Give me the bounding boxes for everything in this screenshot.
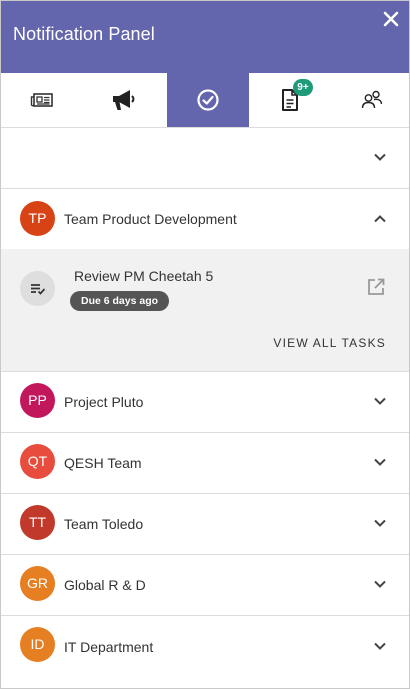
task-icon [20,271,55,306]
avatar: GR [20,566,55,601]
notification-panel: Notification Panel 9+ TP Team Product De… [0,0,410,689]
panel-title: Notification Panel [13,24,155,44]
group-project-pluto[interactable]: PP Project Pluto [1,371,409,432]
tab-people[interactable] [331,73,409,127]
open-external-icon[interactable] [367,278,385,296]
due-badge: Due 6 days ago [70,291,170,311]
tab-bar: 9+ [1,73,409,127]
avatar: PP [20,383,55,418]
group-name: Team Product Development [64,211,237,227]
group-team-toledo[interactable]: TT Team Toledo [1,493,409,554]
avatar: TP [20,201,55,236]
chevron-up-icon [374,215,386,223]
checklist-icon [30,283,45,295]
people-icon [361,90,383,109]
group-team-product-development[interactable]: TP Team Product Development [1,188,409,249]
chevron-down-icon [374,580,386,588]
megaphone-icon [113,90,135,110]
view-all-tasks-link[interactable]: VIEW ALL TASKS [273,336,386,350]
group-name: IT Department [64,639,154,655]
tab-documents[interactable]: 9+ [249,73,331,127]
chevron-down-icon [374,458,386,466]
tab-news[interactable] [1,73,83,127]
avatar: TT [20,505,55,540]
list-item-empty[interactable] [1,127,409,188]
group-qesh-team[interactable]: QT QESH Team [1,432,409,493]
chevron-down-icon [374,397,386,405]
task-list: Review PM Cheetah 5 Due 6 days ago VIEW … [1,249,409,371]
group-name: Project Pluto [64,394,144,410]
chevron-down-icon [374,519,386,527]
avatar: ID [20,627,55,662]
check-circle-icon [197,89,219,111]
avatar: QT [20,444,55,479]
chevron-down-icon [374,642,386,650]
chevron-down-icon [374,153,386,161]
task-title[interactable]: Review PM Cheetah 5 [74,268,213,284]
panel-header: Notification Panel [1,1,409,73]
newspaper-icon [30,93,53,107]
tab-announcements[interactable] [83,73,165,127]
group-it-department[interactable]: ID IT Department [1,615,409,688]
documents-badge: 9+ [293,79,313,96]
group-name: Team Toledo [64,516,144,532]
tab-tasks[interactable] [167,73,249,127]
group-name: Global R & D [64,577,146,593]
group-name: QESH Team [64,455,142,471]
close-icon[interactable] [381,9,401,29]
group-global-r-and-d[interactable]: GR Global R & D [1,554,409,615]
